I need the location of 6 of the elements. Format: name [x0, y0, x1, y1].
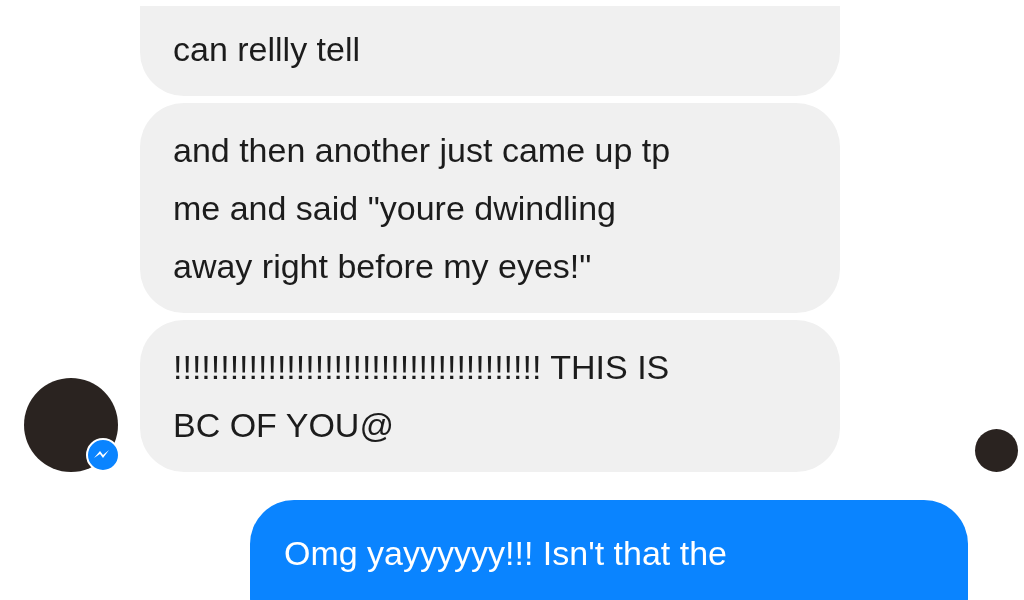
messenger-badge-icon [86, 438, 120, 472]
message-bubble: !!!!!!!!!!!!!!!!!!!!!!!!!!!!!!!!!!!!!!! THIS IS BC OF YOU@ [140, 320, 840, 472]
message-bubble: and then another just came up tp me and said "youre dwindling away right before my eyes!" [140, 103, 840, 313]
message-bubble: Omg yayyyyyy!!! Isn't that the [250, 500, 968, 600]
message-bubble: can rellly tell [140, 6, 840, 96]
seen-avatar-placeholder [975, 429, 1018, 472]
